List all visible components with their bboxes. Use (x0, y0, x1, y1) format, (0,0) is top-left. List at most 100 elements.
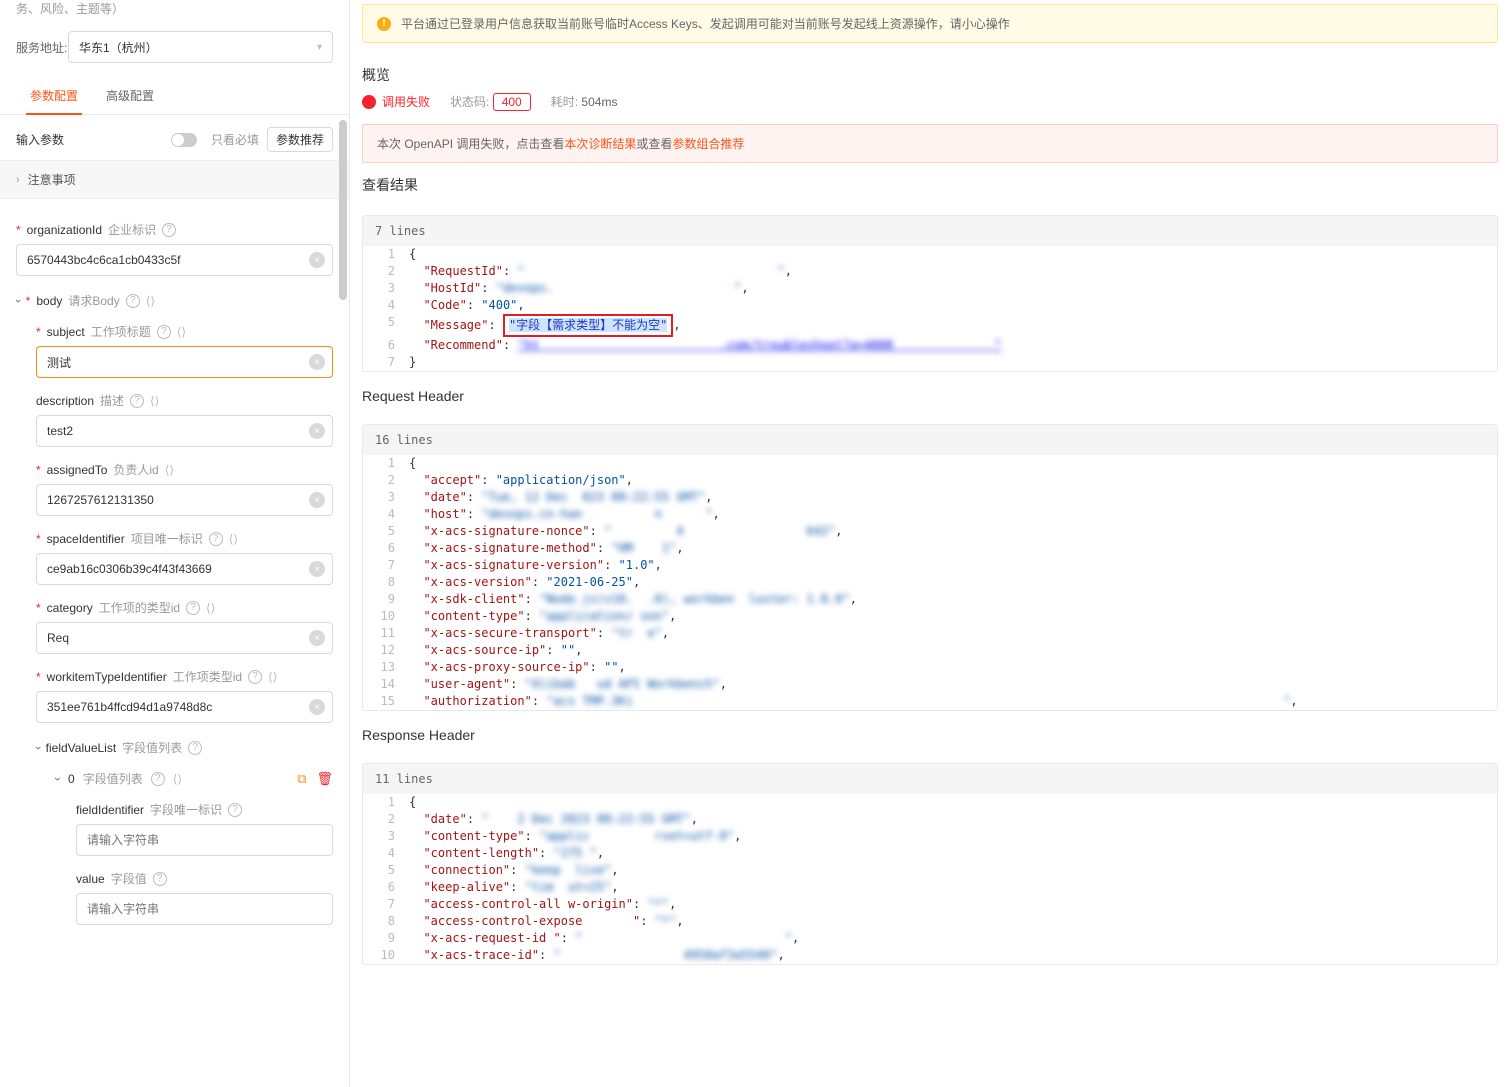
code-icon[interactable]: ⟨⟩ (206, 601, 215, 615)
config-tabs: 参数配置 高级配置 (0, 77, 349, 115)
field-spaceIdentifier: *spaceIdentifier 项目唯一标识?⟨⟩ × (36, 530, 333, 585)
field-hint: 字段值列表 (83, 770, 143, 787)
help-icon[interactable]: ? (151, 772, 165, 786)
required-star: * (26, 294, 31, 308)
request-header-title: Request Header (362, 388, 1498, 404)
description-input[interactable] (36, 415, 333, 447)
code-icon[interactable]: ⟨⟩ (150, 394, 159, 408)
clear-icon[interactable]: × (309, 699, 325, 715)
result-lines: 7 lines (363, 216, 1497, 246)
request-header-code[interactable]: 1{2 "accept": "application/json",3 "date… (363, 455, 1497, 710)
field-key: subject (47, 325, 85, 339)
field-key: organizationId (27, 223, 102, 237)
overview-title: 概览 (362, 65, 1498, 85)
help-icon[interactable]: ? (126, 294, 140, 308)
field-hint: 描述 (100, 392, 124, 409)
diag-link-recommend[interactable]: 参数组合推荐 (672, 137, 744, 151)
field-key: spaceIdentifier (47, 532, 125, 546)
assignedTo-input[interactable] (36, 484, 333, 516)
field-key: category (47, 601, 93, 615)
field-hint: 请求Body (68, 292, 119, 309)
list-item-0-header[interactable]: › 0 字段值列表 ? ⟨⟩ ⧉ 🗑 (56, 770, 333, 787)
scrollbar[interactable] (339, 120, 347, 300)
organizationId-input[interactable] (16, 244, 333, 276)
request-header-panel: 16 lines 1{2 "accept": "application/json… (362, 424, 1498, 711)
field-organizationId: *organizationId 企业标识? × (16, 221, 333, 276)
status-code-label: 状态码: (450, 95, 489, 109)
param-recommend-button[interactable]: 参数推荐 (267, 127, 333, 152)
input-params-label: 输入参数 (16, 131, 64, 148)
request-header-lines: 16 lines (363, 425, 1497, 455)
clear-icon[interactable]: × (309, 252, 325, 268)
clear-icon[interactable]: × (309, 630, 325, 646)
help-icon[interactable]: ? (130, 394, 144, 408)
warning-icon: ! (377, 17, 391, 31)
code-icon[interactable]: ⟨⟩ (229, 532, 238, 546)
clear-icon[interactable]: × (309, 354, 325, 370)
help-icon[interactable]: ? (228, 803, 242, 817)
tab-param-config[interactable]: 参数配置 (16, 77, 92, 114)
field-key: fieldValueList (46, 741, 117, 755)
spaceIdentifier-input[interactable] (36, 553, 333, 585)
code-icon[interactable]: ⟨⟩ (146, 294, 155, 308)
field-key: value (76, 872, 105, 886)
service-endpoint-select[interactable]: 华东1（杭州） ▾ (68, 31, 333, 63)
subject-input[interactable] (36, 346, 333, 378)
help-icon[interactable]: ? (209, 532, 223, 546)
clear-icon[interactable]: × (309, 492, 325, 508)
workitemTypeIdentifier-input[interactable] (36, 691, 333, 723)
diag-link-result[interactable]: 本次诊断结果 (564, 137, 636, 151)
response-header-code[interactable]: 1{2 "date": " 2 Dec 2023 08:22:55 GMT",3… (363, 794, 1497, 964)
help-icon[interactable]: ? (186, 601, 200, 615)
field-key: body (36, 294, 62, 308)
help-icon[interactable]: ? (162, 223, 176, 237)
chevron-down-icon: › (51, 777, 65, 781)
service-label: 服务地址: (16, 39, 68, 56)
fieldValueList-collapse[interactable]: › fieldValueList 字段值列表 ? (36, 739, 333, 756)
input-params-header: 输入参数 只看必填 参数推荐 (0, 115, 349, 160)
help-icon[interactable]: ? (157, 325, 171, 339)
field-workitemTypeIdentifier: *workitemTypeIdentifier 工作项类型id?⟨⟩ × (36, 668, 333, 723)
notice-row[interactable]: › 注意事项 (0, 160, 349, 199)
tab-advanced-config[interactable]: 高级配置 (92, 77, 168, 114)
only-required-label: 只看必填 (211, 131, 259, 148)
help-icon[interactable]: ? (188, 741, 202, 755)
service-endpoint-value: 华东1（杭州） (79, 39, 158, 56)
copy-icon[interactable]: ⧉ (297, 771, 306, 787)
value-input[interactable] (76, 893, 333, 925)
field-key: assignedTo (47, 463, 108, 477)
category-input[interactable] (36, 622, 333, 654)
fieldIdentifier-input[interactable] (76, 824, 333, 856)
field-hint: 字段值 (111, 870, 147, 887)
required-star: * (36, 670, 41, 684)
field-fieldIdentifier: fieldIdentifier 字段唯一标识? (76, 801, 333, 856)
response-header-lines: 11 lines (363, 764, 1497, 794)
code-icon[interactable]: ⟨⟩ (177, 325, 186, 339)
field-assignedTo: * assignedTo 负责人id ⟨⟩ × (36, 461, 333, 516)
field-category: *category 工作项的类型id?⟨⟩ × (36, 599, 333, 654)
diagnosis-box: 本次 OpenAPI 调用失败，点击查看本次诊断结果或查看参数组合推荐 (362, 124, 1498, 163)
chevron-down-icon: › (12, 299, 24, 303)
clear-icon[interactable]: × (309, 423, 325, 439)
fail-icon (362, 95, 376, 109)
sidebar: 务、风险、主题等） 服务地址: 华东1（杭州） ▾ 参数配置 高级配置 输入参数… (0, 0, 350, 1087)
required-star: * (36, 325, 41, 339)
result-code[interactable]: 1{ 2 "RequestId": " ", 3 "HostId": "devo… (363, 246, 1497, 371)
field-value: value 字段值? (76, 870, 333, 925)
field-hint: 负责人id (113, 461, 158, 478)
code-icon[interactable]: ⟨⟩ (268, 670, 277, 684)
help-icon[interactable]: ? (248, 670, 262, 684)
field-hint: 工作项类型id (173, 668, 242, 685)
help-icon[interactable]: ? (153, 872, 167, 886)
delete-icon[interactable]: 🗑 (316, 771, 333, 787)
clear-icon[interactable]: × (309, 561, 325, 577)
required-star: * (36, 463, 41, 477)
required-star: * (16, 223, 21, 237)
field-subject: *subject 工作项标题?⟨⟩ × (36, 323, 333, 378)
code-icon[interactable]: ⟨⟩ (165, 463, 174, 477)
required-star: * (36, 532, 41, 546)
only-required-toggle[interactable] (171, 133, 197, 147)
body-collapse[interactable]: › * body 请求Body ? ⟨⟩ (16, 292, 333, 309)
code-icon[interactable]: ⟨⟩ (173, 772, 182, 786)
field-description: description 描述?⟨⟩ × (36, 392, 333, 447)
